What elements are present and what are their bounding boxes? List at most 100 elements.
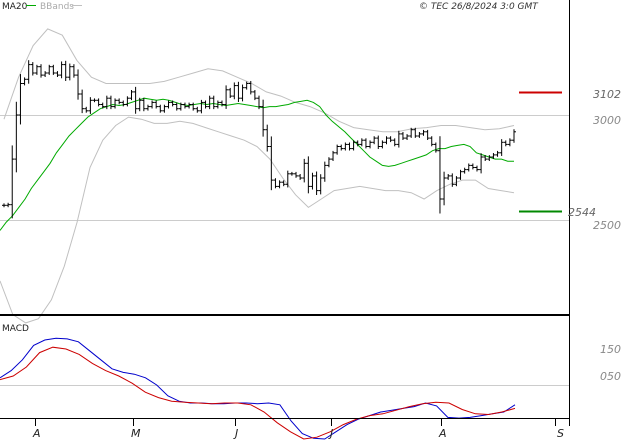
ma20-line: [0, 97, 514, 231]
price-bar: [388, 136, 393, 143]
price-bar: [34, 64, 39, 75]
price-bar: [289, 171, 294, 176]
price-bar: [195, 106, 200, 113]
price-bar: [261, 99, 266, 137]
price-bar: [265, 124, 270, 152]
price-bar: [433, 142, 438, 153]
price-bar: [43, 71, 48, 77]
price-bar: [479, 153, 484, 174]
legend-ma20: MA20: [2, 2, 28, 12]
price-bar: [400, 132, 405, 140]
price-bar: [331, 150, 336, 161]
support-level-label: 2544: [568, 206, 596, 219]
legend-bbands: BBands: [40, 2, 74, 12]
price-bar: [318, 174, 323, 195]
price-bar: [421, 129, 426, 136]
bbands-upper-line: [3, 28, 515, 133]
price-bar: [437, 136, 442, 214]
x-tick-label: A: [438, 427, 447, 440]
price-bar: [425, 129, 430, 140]
price-bar: [47, 64, 52, 75]
price-bar: [306, 156, 311, 194]
price-bar: [108, 95, 113, 110]
price-bar: [51, 64, 56, 75]
price-bar: [150, 100, 155, 109]
price-bar: [63, 60, 68, 81]
price-bar: [339, 144, 344, 151]
price-bar: [462, 167, 467, 174]
y-tick-label: 3000: [593, 114, 621, 127]
price-bar: [343, 142, 348, 151]
price-bar: [413, 127, 418, 138]
price-bar: [92, 98, 97, 103]
price-bar: [384, 136, 389, 145]
price-bar: [351, 140, 356, 151]
bbands: [0, 28, 515, 324]
macd-y-tick-label: 050: [600, 370, 621, 383]
price-bar: [117, 98, 122, 105]
ma20-line-group: [0, 97, 514, 231]
price-bars: [2, 60, 516, 219]
price-bar: [310, 172, 315, 190]
price-bar: [145, 104, 150, 111]
price-bar: [80, 89, 85, 114]
macd-y-tick-label: 150: [600, 343, 621, 356]
copyright-label: © TEC 26/8/2024 3:0 GMT: [419, 2, 539, 12]
price-bar: [495, 150, 500, 157]
price-bar: [113, 98, 118, 109]
price-bar: [162, 104, 167, 113]
x-tick-label: J: [233, 427, 238, 440]
price-bar: [298, 174, 303, 180]
price-bar: [470, 163, 475, 170]
price-bar: [335, 144, 340, 155]
price-bar: [417, 132, 422, 138]
price-bar: [88, 97, 93, 114]
price-bar: [458, 169, 463, 180]
price-bar: [191, 102, 196, 111]
macd-label: MACD: [2, 324, 29, 334]
price-bar: [392, 138, 397, 147]
price-bar: [22, 77, 27, 86]
price-bar: [359, 138, 364, 147]
price-bar: [228, 87, 233, 98]
resistance-level-label: 3102: [593, 88, 621, 101]
chart-canvas: A M J J A S 3000 2500 150 050 3102 2544 …: [0, 0, 621, 440]
price-bar: [285, 170, 290, 188]
price-bar: [507, 138, 512, 147]
price-bar: [322, 161, 327, 182]
price-bar: [232, 82, 237, 100]
price-bar: [10, 145, 15, 219]
price-bar: [39, 64, 44, 78]
price-bar: [125, 96, 130, 107]
price-bar: [405, 134, 410, 140]
macd-signal-line: [0, 346, 516, 440]
x-tick-label: S: [557, 427, 564, 440]
price-bar: [363, 138, 368, 149]
macd-lines: [0, 337, 516, 440]
price-bar: [158, 104, 163, 113]
price-bar: [59, 61, 64, 79]
price-bar: [326, 157, 331, 168]
price-bar: [67, 63, 72, 81]
price-bar: [26, 60, 31, 84]
price-bar: [302, 158, 307, 183]
y-tick-label: 2500: [593, 219, 621, 232]
price-bar: [244, 81, 249, 90]
price-bar: [129, 90, 134, 101]
price-bar: [376, 135, 381, 150]
price-bar: [450, 173, 455, 187]
price-bar: [84, 106, 89, 113]
price-bar: [368, 140, 373, 149]
price-bar: [380, 140, 385, 149]
price-bar: [207, 95, 212, 110]
price-bar: [2, 203, 6, 208]
price-bar: [499, 139, 504, 156]
price-bar: [55, 71, 60, 77]
price-bar: [141, 97, 146, 112]
price-bar: [14, 101, 19, 173]
x-tick-label: J: [328, 427, 333, 440]
price-bar: [372, 136, 377, 145]
price-bar: [240, 84, 245, 102]
price-bar: [76, 69, 81, 100]
price-bar: [166, 100, 171, 109]
